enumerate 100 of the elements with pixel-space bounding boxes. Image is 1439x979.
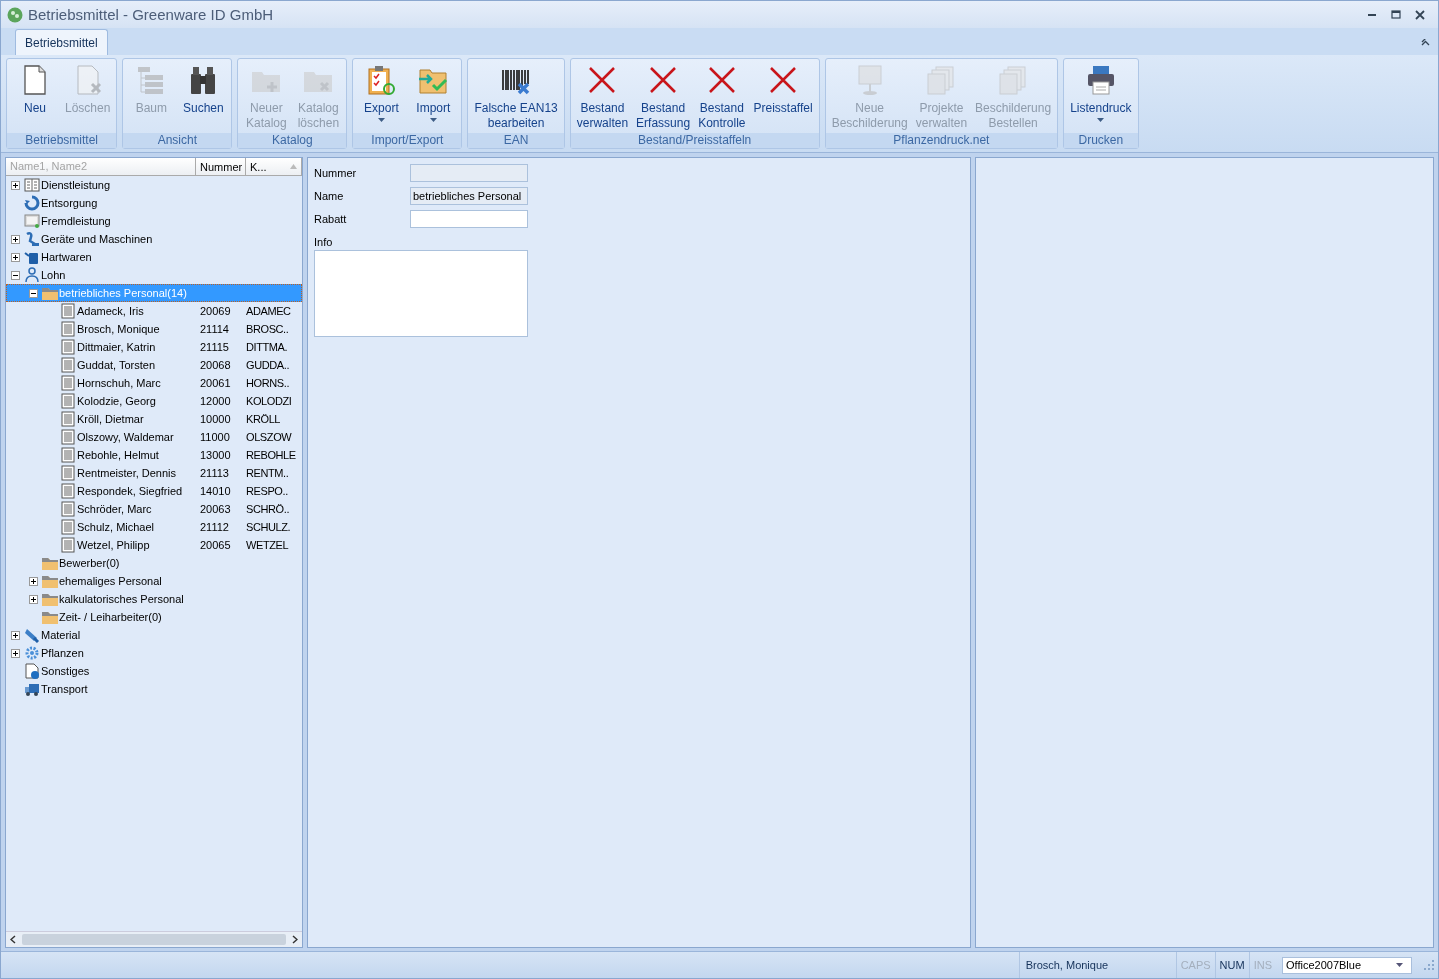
ribbon-tab[interactable]: Betriebsmittel <box>15 29 108 55</box>
close-icon <box>1415 9 1425 20</box>
input-field[interactable] <box>410 210 528 228</box>
ribbon-button[interactable]: Falsche EAN13 bearbeiten <box>470 62 562 133</box>
document-icon <box>60 483 76 499</box>
ribbon-button[interactable]: Preisstaffel <box>749 62 817 133</box>
ribbon-button[interactable]: Export <box>355 62 408 133</box>
status-text: Brosch, Monique <box>1018 952 1166 978</box>
tree-row[interactable]: Rebohle, Helmut 13000 REBOHLE <box>6 446 302 464</box>
tree-label: Zeit- / Leiharbeiter(0) <box>59 611 162 623</box>
expand-icon[interactable] <box>10 234 20 244</box>
document-icon <box>60 519 76 535</box>
horizontal-scrollbar[interactable] <box>6 931 302 947</box>
tree-row[interactable]: Schröder, Marc 20063 SCHRÖ.. <box>6 500 302 518</box>
number-cell-text: 11000 <box>199 431 231 443</box>
tree-row[interactable]: Transport <box>6 680 302 698</box>
code-cell: SCHULZ. <box>246 521 291 533</box>
tree-row[interactable]: Respondek, Siegfried 14010 RESPO.. <box>6 482 302 500</box>
tree-row[interactable]: Lohn <box>6 266 302 284</box>
tree-label: Rebohle, Helmut <box>77 449 159 461</box>
tree-row[interactable]: ehemaliges Personal <box>6 572 302 590</box>
tree-row[interactable]: Geräte und Maschinen <box>6 230 302 248</box>
column-header[interactable]: Nummer <box>196 158 246 175</box>
tree-row[interactable]: Rentmeister, Dennis 21113 RENTM.. <box>6 464 302 482</box>
tree-label: Entsorgung <box>41 197 98 209</box>
scrollbar-thumb[interactable] <box>22 934 286 945</box>
tree-label: Kolodzie, Georg <box>77 395 156 407</box>
ribbon-button[interactable]: Listendruck <box>1066 62 1136 133</box>
scroll-right-icon <box>292 935 298 944</box>
tree-row[interactable]: Entsorgung <box>6 194 302 212</box>
tree-label: Rentmeister, Dennis <box>77 467 177 479</box>
column-header[interactable]: K... <box>246 158 302 175</box>
tree-row[interactable]: Guddat, Torsten 20068 GUDDA.. <box>6 356 302 374</box>
tree-label: Pflanzen <box>41 647 84 659</box>
tree-label: Respondek, Siegfried <box>77 485 183 497</box>
tree-row[interactable]: Fremdleistung <box>6 212 302 230</box>
field-label: Name <box>314 190 345 202</box>
ribbon-button[interactable]: Suchen <box>177 62 230 133</box>
expand-icon[interactable] <box>28 576 38 586</box>
book-icon <box>24 177 40 193</box>
theme-dropdown[interactable]: Office2007Blue <box>1282 956 1412 974</box>
number-cell-text: 21114 <box>199 323 230 335</box>
expand-icon[interactable] <box>10 648 20 658</box>
code-cell: KRÖLL <box>246 413 281 425</box>
tree-row[interactable]: Adameck, Iris 20069 ADAMEC <box>6 302 302 320</box>
dropdown-icon <box>1396 963 1403 967</box>
number-cell-text: 20065 <box>199 539 232 551</box>
expand-icon[interactable] <box>28 594 38 604</box>
group-label: EAN <box>468 133 564 148</box>
code-cell: ADAMEC <box>246 305 291 317</box>
collapse-icon[interactable] <box>28 288 38 298</box>
tree-label: betriebliches Personal(14) <box>59 287 187 299</box>
code-cell: RESPO.. <box>246 485 288 497</box>
tree-row[interactable]: Pflanzen <box>6 644 302 662</box>
tree-row[interactable]: Hartwaren <box>6 248 302 266</box>
expand-icon[interactable] <box>10 252 20 262</box>
number-cell-text: 20068 <box>199 359 232 371</box>
tree-row[interactable]: Kröll, Dietmar 10000 KRÖLL <box>6 410 302 428</box>
ribbon-button[interactable]: Import <box>407 62 460 133</box>
truck-icon <box>24 681 40 697</box>
collapse-icon[interactable] <box>10 270 20 280</box>
number-cell-text: 20069 <box>199 305 232 317</box>
tree-label: Geräte und Maschinen <box>41 233 153 245</box>
tree-label: Wetzel, Philipp <box>77 539 150 551</box>
document-icon <box>60 501 76 517</box>
tree-row[interactable]: Olszowy, Waldemar 11000 OLSZOW <box>6 428 302 446</box>
collapse-ribbon-icon <box>1421 39 1430 46</box>
expand-icon[interactable] <box>10 180 20 190</box>
code-cell: DITTMA. <box>246 341 288 353</box>
number-cell-text: 12000 <box>199 395 232 407</box>
tree-row[interactable]: Bewerber(0) <box>6 554 302 572</box>
expand-icon[interactable] <box>10 630 20 640</box>
tree-row[interactable]: kalkulatorisches Personal <box>6 590 302 608</box>
ribbon-button[interactable]: Bestand Erfassung <box>632 62 695 133</box>
group-label: Drucken <box>1064 133 1138 148</box>
tree-row[interactable]: Schulz, Michael 21112 SCHULZ. <box>6 518 302 536</box>
code-cell: WETZEL <box>246 539 289 551</box>
scroll-left-icon <box>10 935 16 944</box>
group-label: Bestand/Preisstaffeln <box>570 133 819 148</box>
tree-row[interactable]: Wetzel, Philipp 20065 WETZEL <box>6 536 302 554</box>
document-help-icon <box>24 663 40 679</box>
document-icon <box>60 447 76 463</box>
tree-row[interactable]: Hornschuh, Marc 20061 HORNS.. <box>6 374 302 392</box>
code-cell: BROSC.. <box>246 323 289 335</box>
tree-row[interactable]: Zeit- / Leiharbeiter(0) <box>6 608 302 626</box>
ribbon-button[interactable]: Neu <box>9 62 61 133</box>
ribbon-button[interactable]: Bestand verwalten <box>572 62 633 133</box>
field-label: Nummer <box>314 167 358 179</box>
tree-row[interactable]: Sonstiges <box>6 662 302 680</box>
tree-label: Transport <box>41 683 88 695</box>
field-label: Info <box>314 236 334 248</box>
tree-row[interactable]: Kolodzie, Georg 12000 KOLODZI <box>6 392 302 410</box>
tree-row[interactable]: Dittmaier, Katrin 21115 DITTMA. <box>6 338 302 356</box>
number-cell-text: 20061 <box>199 377 232 389</box>
tree-row[interactable]: Dienstleistung <box>6 176 302 194</box>
tree-row[interactable]: Material <box>6 626 302 644</box>
ribbon-button[interactable]: Bestand Kontrolle <box>694 62 750 133</box>
tree-row[interactable]: Brosch, Monique 21114 BROSC.. <box>6 320 302 338</box>
group-label: Katalog <box>238 133 347 148</box>
document-icon <box>60 393 76 409</box>
